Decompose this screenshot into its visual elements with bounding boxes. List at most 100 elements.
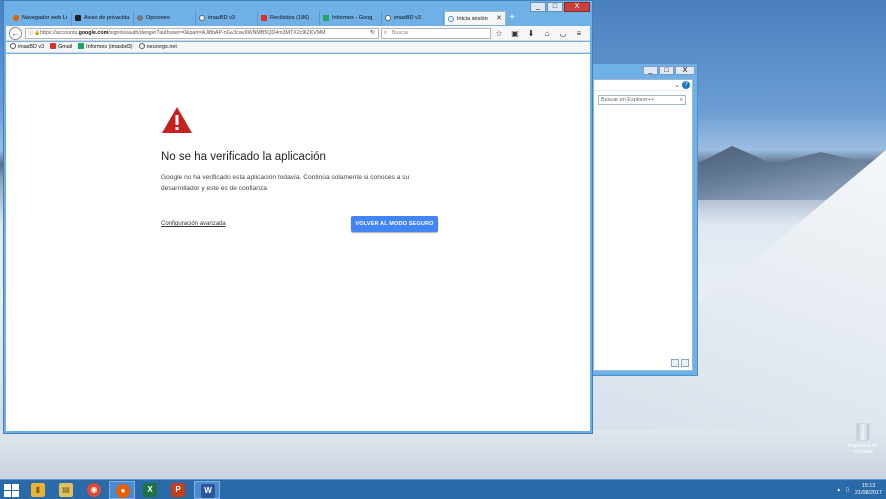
bookmark-star-icon[interactable]: ☆ xyxy=(494,27,504,40)
windows-logo-pane xyxy=(12,484,19,490)
bookmark-item[interactable]: Gmail xyxy=(50,42,72,52)
url-rest: /signin/oauth/danger?authuser=0&part=AJi… xyxy=(108,30,326,36)
chevron-down-icon[interactable]: ⌄ xyxy=(674,81,680,89)
gear-icon xyxy=(137,15,143,21)
tab-label: Opciones xyxy=(146,15,170,21)
minimize-button[interactable]: _ xyxy=(530,2,546,12)
clipboard-icon[interactable]: ▣ xyxy=(510,27,520,40)
tab-label: Navegador web Li xyxy=(22,15,68,21)
explorer-search-placeholder: Buscar en Explorer++ xyxy=(601,97,655,103)
bookmark-label: neurorgs.net xyxy=(146,44,177,50)
taskbar-app-word[interactable]: W xyxy=(194,481,220,499)
windows-logo-pane xyxy=(12,491,19,497)
tab[interactable]: imasBD v3 xyxy=(382,11,444,25)
help-icon[interactable]: ? xyxy=(682,81,690,89)
tab-label: Recibidos (186) xyxy=(270,15,310,21)
bookmark-label: Gmail xyxy=(58,44,73,50)
menu-icon[interactable]: ≡ xyxy=(574,27,584,40)
page-title: No se ha verificado la aplicación xyxy=(161,151,326,163)
search-icon[interactable]: ⌕ xyxy=(680,96,683,104)
tab[interactable]: Opciones xyxy=(134,11,196,25)
taskbar-app-excel[interactable]: X xyxy=(137,481,163,499)
details-view-icon[interactable] xyxy=(671,359,679,367)
drive-icon xyxy=(78,43,85,49)
page-description: Google no ha verificado esta aplicación … xyxy=(161,174,410,192)
home-icon[interactable]: ⌂ xyxy=(542,27,552,40)
back-button[interactable]: ← xyxy=(9,27,22,40)
bookmarks-bar: imasBD v3 Gmail Informes (imasbd3) neuro… xyxy=(6,42,590,53)
snow-field xyxy=(0,430,886,480)
bookmark-item[interactable]: imasBD v3 xyxy=(10,42,44,52)
bookmark-label: imasBD v3 xyxy=(18,44,45,50)
word-icon: W xyxy=(201,484,215,498)
navigation-bar: ← ⓘ 🔒 https://accounts.google.com/signin… xyxy=(6,26,590,41)
page-content: No se ha verificado la aplicación Google… xyxy=(6,54,590,431)
reload-icon[interactable]: ↻ xyxy=(367,29,375,38)
close-button[interactable]: X xyxy=(564,2,590,12)
explorer-toolbar: ⌄ ? xyxy=(594,80,692,91)
folder-icon: ▮ xyxy=(31,483,45,497)
taskbar-app-file-explorer[interactable]: ▮ xyxy=(25,481,51,499)
tab[interactable]: Aviso de privacida xyxy=(72,11,134,25)
bookmark-item[interactable]: neurorgs.net xyxy=(138,42,177,52)
search-input[interactable]: ⌕ Buscar xyxy=(381,28,491,39)
close-tab-icon[interactable]: ✕ xyxy=(496,12,502,25)
taskbar-app-chrome[interactable]: ◉ xyxy=(81,481,107,499)
explorer-maximize-button[interactable]: □ xyxy=(659,66,674,75)
info-icon[interactable]: ⓘ xyxy=(28,29,33,38)
explorer-minimize-button[interactable]: _ xyxy=(643,66,658,75)
back-to-safety-button[interactable]: VOLVER AL MODO SEGURO xyxy=(351,216,438,232)
clock[interactable]: 15:13 21/08/2017 xyxy=(855,483,882,497)
tab-label: Informes - Goog xyxy=(332,15,373,21)
system-tray: ▴ ▯ 15:13 21/08/2017 xyxy=(837,481,882,499)
lock-icon[interactable]: 🔒 xyxy=(34,29,40,38)
tiles-view-icon[interactable] xyxy=(681,359,689,367)
explorer-window[interactable]: _ □ X ⌄ ? Buscar en Explorer++ ⌕ xyxy=(588,63,698,376)
explorer-close-button[interactable]: X xyxy=(675,66,695,75)
url-bar[interactable]: ⓘ 🔒 https://accounts.google.com/signin/o… xyxy=(25,28,379,39)
excel-icon: X xyxy=(143,483,157,497)
taskbar-app-firefox[interactable]: ● xyxy=(109,481,135,499)
warning-icon xyxy=(161,106,193,134)
windows-logo-pane xyxy=(4,491,11,497)
download-icon[interactable]: ⬇ xyxy=(526,27,536,40)
tab-strip: Navegador web Li Aviso de privacida Opci… xyxy=(10,11,518,25)
tab-label: imasBD v3 xyxy=(208,15,236,21)
tab[interactable]: imasBD v3 xyxy=(196,11,258,25)
bookmark-item[interactable]: Informes (imasbd3) xyxy=(78,42,133,52)
explorer-window-controls: _ □ X xyxy=(643,66,695,75)
chevron-up-icon[interactable]: ▴ xyxy=(837,487,840,493)
taskbar-app-powerpoint[interactable]: P xyxy=(165,481,191,499)
url-prefix: https://accounts. xyxy=(40,30,79,36)
advanced-settings-link[interactable]: Configuración avanzada xyxy=(161,221,226,227)
tab[interactable]: Navegador web Li xyxy=(10,11,72,25)
new-tab-button[interactable]: + xyxy=(506,11,518,25)
powerpoint-icon: P xyxy=(171,483,185,497)
tab[interactable]: Informes - Goog xyxy=(320,11,382,25)
taskbar: ▮ ▤ ◉ ● X P W ▴ ▯ 15:13 21/08/2017 xyxy=(0,479,886,499)
globe-icon xyxy=(10,43,16,49)
tab-active[interactable]: Inicia sesión ✕ xyxy=(444,11,506,25)
tab-label: Inicia sesión xyxy=(457,16,488,22)
explorer-search-input[interactable]: Buscar en Explorer++ ⌕ xyxy=(598,95,686,105)
tab-label: Aviso de privacida xyxy=(84,15,130,21)
globe-icon xyxy=(199,15,205,21)
view-toggle xyxy=(671,359,689,367)
tab-label: imasBD v3 xyxy=(394,15,422,21)
globe-icon xyxy=(138,43,145,49)
taskbar-app-explorer-plus[interactable]: ▤ xyxy=(53,481,79,499)
network-icon[interactable]: ▯ xyxy=(846,487,849,493)
recycle-bin-label: Papelera de reciclaje xyxy=(848,443,878,455)
recycle-bin[interactable]: Papelera de reciclaje xyxy=(843,423,883,455)
tab[interactable]: Recibidos (186) xyxy=(258,11,320,25)
pocket-icon[interactable]: ◡ xyxy=(558,27,568,40)
google-icon xyxy=(448,16,454,22)
start-button[interactable] xyxy=(2,482,20,498)
maximize-button[interactable]: □ xyxy=(547,2,563,12)
browser-window[interactable]: _ □ X Navegador web Li Aviso de privacid… xyxy=(3,0,593,434)
explorer-icon: ▤ xyxy=(59,483,73,497)
chrome-icon: ◉ xyxy=(87,483,101,497)
bookmark-label: Informes (imasbd3) xyxy=(86,44,133,50)
globe-icon xyxy=(385,15,391,21)
url-domain: google.com xyxy=(78,30,109,36)
